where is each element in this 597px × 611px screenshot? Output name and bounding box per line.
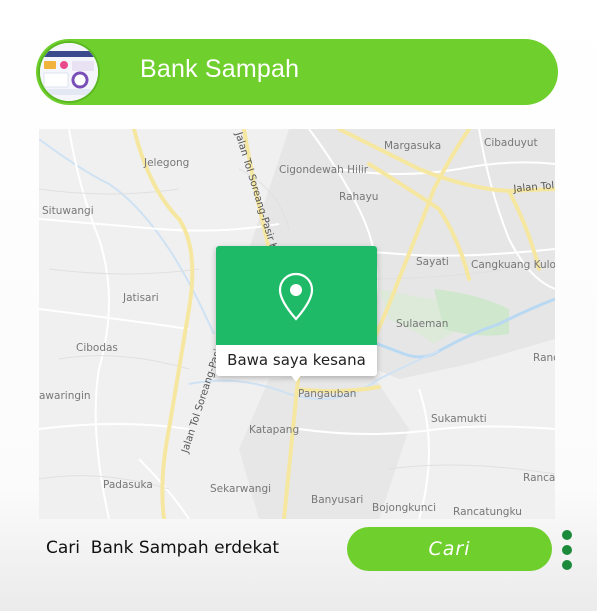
- menu-dot: [562, 560, 572, 570]
- map-view[interactable]: Margasuka Cibaduyut Jelegong Cigondewah …: [39, 129, 555, 519]
- location-popup[interactable]: Bawa saya kesana: [216, 246, 377, 382]
- place-label: awaringin: [39, 390, 91, 402]
- place-label: Cibaduyut: [484, 137, 538, 149]
- place-label: Bojongkunci: [372, 502, 437, 514]
- navigate-here-label[interactable]: Bawa saya kesana: [216, 351, 377, 369]
- menu-dot: [562, 530, 572, 540]
- place-label: Padasuka: [103, 479, 153, 491]
- place-label: Jatisari: [123, 292, 159, 304]
- map-pin-icon: [278, 272, 314, 321]
- place-label: Jelegong: [144, 157, 190, 169]
- place-label: Katapang: [249, 424, 300, 436]
- search-caption: Cari Bank Sampah erdekat: [46, 538, 280, 558]
- place-label: Sulaeman: [396, 318, 449, 330]
- place-label: Rahayu: [339, 191, 379, 203]
- dashboard-thumbnail-icon: [40, 43, 98, 101]
- place-label: Cangkuang Kulon: [471, 259, 555, 271]
- place-label: Pangauban: [298, 388, 357, 400]
- more-vertical-icon[interactable]: [561, 530, 573, 570]
- app-header: Bank Sampah: [36, 39, 558, 105]
- place-label: Sukamukti: [431, 413, 487, 425]
- place-label: Banyusari: [311, 494, 364, 506]
- app-logo[interactable]: [40, 43, 98, 101]
- place-label: Cibodas: [76, 342, 118, 354]
- place-label: Rancatungku: [453, 506, 522, 518]
- app-title: Bank Sampah: [140, 55, 300, 83]
- popup-tail: [290, 374, 302, 382]
- place-label: Situwangi: [42, 205, 94, 217]
- menu-dot: [562, 545, 572, 555]
- popup-header: [216, 246, 377, 345]
- place-label: Margasuka: [384, 140, 442, 152]
- search-button[interactable]: Cari: [347, 527, 552, 571]
- place-label: Sekarwangi: [210, 483, 272, 495]
- place-label: Ranca: [523, 472, 555, 484]
- place-label: Cigondewah Hilir: [279, 164, 369, 176]
- place-label: Ranc: [533, 352, 555, 364]
- place-label: Sayati: [416, 256, 449, 268]
